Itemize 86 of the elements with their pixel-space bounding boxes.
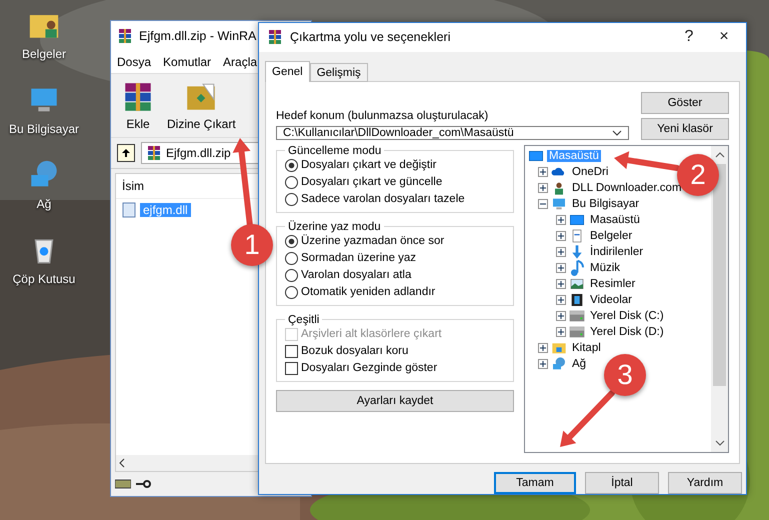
radio-button[interactable] [285,158,298,172]
dialog-button[interactable]: Tamam [494,472,576,494]
archive-books-icon [267,29,283,46]
up-button[interactable] [117,144,135,162]
checkbox[interactable] [285,344,298,358]
side-button[interactable]: Göster [641,92,729,114]
radio-button[interactable] [285,176,298,189]
tab[interactable]: Gelişmiş [310,62,368,82]
tree-item[interactable]: Müzik [588,262,622,274]
dialog-button[interactable]: İptal [585,472,659,494]
option-label: Bozuk dosyaları koru [301,345,408,358]
dialog-button[interactable]: Yardım [668,472,742,494]
save-settings-button[interactable]: Ayarları kaydet [276,390,514,412]
film-icon [569,292,585,308]
globe-icon [551,356,567,372]
close-button[interactable]: × [710,28,738,46]
collapse-button[interactable] [538,198,548,209]
archive-books-icon [146,145,162,161]
desktop-icon-label[interactable]: Çöp Kutusu [12,272,76,286]
tree-item[interactable]: İndirilenler [588,246,646,258]
up-arrow-icon [121,148,131,158]
option-label: Varolan dosyaları atla [301,269,412,282]
expand-button[interactable] [538,166,548,177]
tree-item[interactable]: Videolar [588,294,634,306]
option-label: Üzerine yazmadan önce sor [301,235,444,248]
music-note-icon [569,260,585,276]
window-title: Ejfgm.dll.zip - WinRA [139,29,256,43]
desktop-icon-label[interactable]: Belgeler [22,47,66,61]
expand-button[interactable] [556,262,566,273]
key-icon [135,479,151,489]
tree-item[interactable]: Yerel Disk (C:) [588,310,666,322]
expand-button[interactable] [556,310,566,321]
tree-item[interactable]: Masaüstü [588,214,642,226]
menu-item[interactable]: Dosya [117,55,152,69]
annotation-arrow [614,151,680,171]
expand-button[interactable] [556,326,566,337]
computer-icon [551,196,567,212]
expand-button[interactable] [556,278,566,289]
tab[interactable]: Genel [265,60,310,82]
expand-button[interactable] [538,182,548,193]
scroll-down-icon[interactable] [714,439,724,447]
scrollbar-thumb[interactable] [713,164,726,386]
option-label: Otomatik yeniden adlandır [301,286,436,298]
option-label: Arşivleri alt klasörlere çıkart [301,328,442,340]
option-label: Dosyaları Gezginde göster [301,362,438,374]
expand-button[interactable] [556,230,566,241]
destination-field[interactable]: C:\Kullanıcılar\DllDownloader_com\Masaüstü [276,126,629,140]
file-icon [122,202,136,218]
radio-button[interactable] [285,192,298,206]
tree-item[interactable]: Belgeler [588,230,634,242]
expand-button[interactable] [538,342,548,353]
tree-item[interactable]: Kitapl [570,342,603,354]
desktop-icon-label[interactable]: Ağ [36,197,52,211]
radio-button[interactable] [285,286,298,299]
toolbar-button-label[interactable]: Ekle [126,117,150,131]
dropdown-icon[interactable] [612,130,622,136]
tree-item[interactable]: OneDri [570,166,610,178]
desktop-icon-label[interactable]: Bu Bilgisayar [8,122,80,136]
toolbar-button-label[interactable]: Dizine Çıkart [167,117,236,131]
group-title: Çeşitli [287,314,320,326]
help-button[interactable]: ? [675,28,703,46]
side-button[interactable]: Yeni klasör [641,118,729,140]
radio-button[interactable] [285,268,298,282]
expand-button[interactable] [556,246,566,257]
drive-icon [115,479,131,489]
group-title: Üzerine yaz modu [287,220,382,233]
scroll-up-icon[interactable] [714,150,724,159]
tree-item[interactable]: Bu Bilgisayar [570,198,642,210]
tree-item[interactable]: Yerel Disk (D:) [588,326,666,338]
radio-button[interactable] [285,234,298,248]
expand-button[interactable] [538,358,548,369]
archive-books-icon [117,28,133,44]
menu-item[interactable]: Komutlar [163,55,212,69]
radio-button[interactable] [285,252,298,265]
tree-item[interactable]: Resimler [588,278,638,290]
expand-button[interactable] [556,294,566,305]
dialog-title: Çıkartma yolu ve seçenekleri [290,30,452,44]
drive-icon [569,324,585,340]
checkbox[interactable] [285,362,298,375]
option-label: Sormadan üzerine yaz [301,252,416,264]
tree-item[interactable]: Ağ [570,358,588,370]
expand-button[interactable] [556,214,566,225]
menu-item[interactable]: Araçla [223,55,258,69]
annotation-arrow [560,390,615,447]
drive-icon [569,308,585,324]
field-label: Hedef konum (bulunmazsa oluşturulacak) [276,110,490,122]
